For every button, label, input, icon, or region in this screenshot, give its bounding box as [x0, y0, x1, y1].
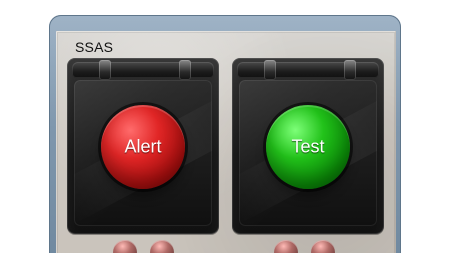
panel-title: SSAS — [75, 39, 114, 55]
guard-hinge-left — [264, 60, 276, 80]
alert-button-label: Alert — [124, 136, 162, 157]
guard-top-rail — [237, 62, 379, 78]
alert-button[interactable]: Alert — [101, 105, 185, 189]
guard-top-rail — [72, 62, 214, 78]
test-button[interactable]: Test — [266, 105, 350, 189]
guard-hinge-right — [344, 60, 356, 80]
guard-hinge-right — [179, 60, 191, 80]
test-button-label: Test — [291, 136, 325, 157]
guard-hinge-left — [99, 60, 111, 80]
